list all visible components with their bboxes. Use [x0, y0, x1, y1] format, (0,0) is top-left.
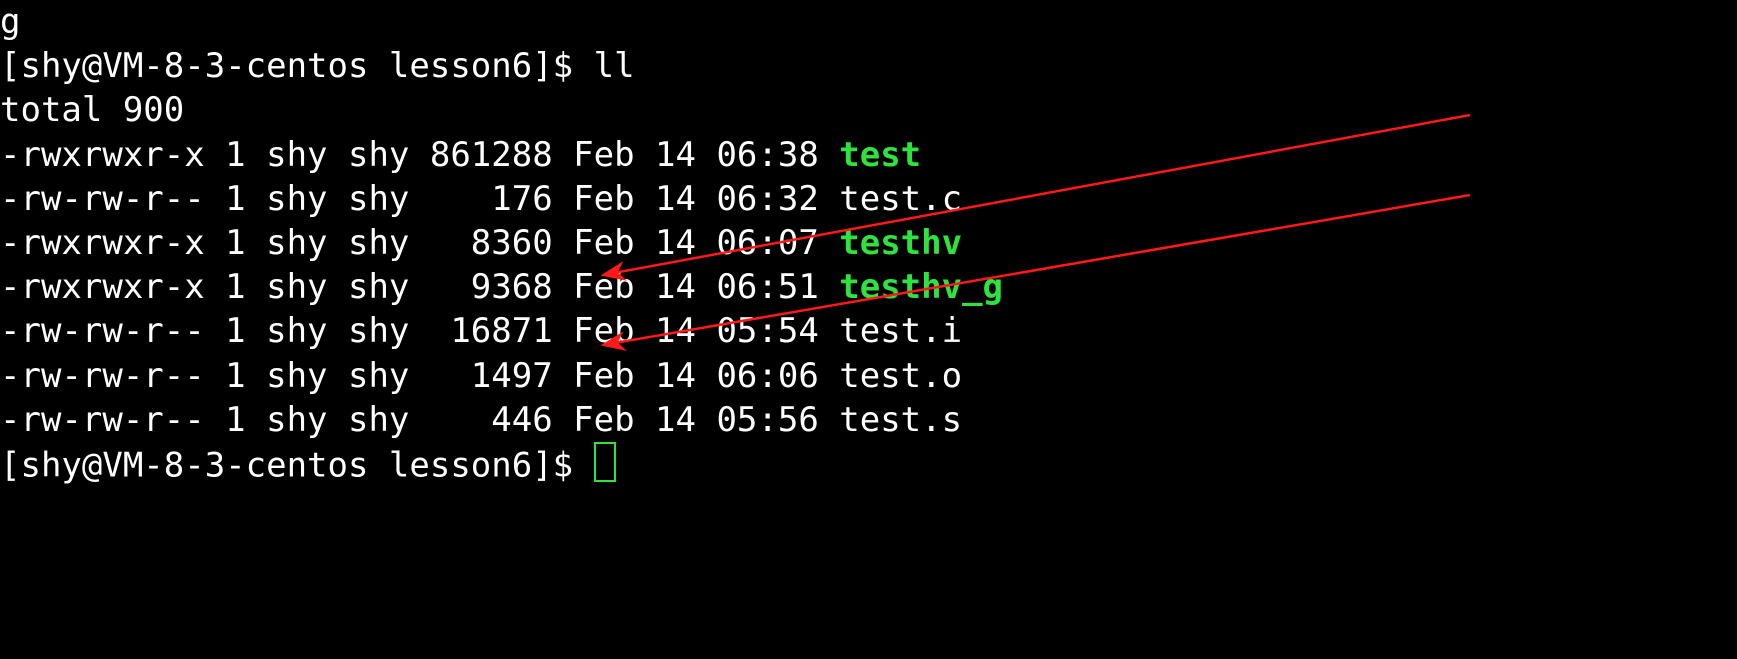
file-name: testhv — [839, 223, 962, 263]
file-name: test — [839, 135, 921, 175]
total-text: total 900 — [0, 90, 184, 130]
shell-prompt: [shy@VM-8-3-centos lesson6]$ — [0, 445, 594, 485]
file-name: test.c — [839, 179, 962, 219]
terminal-output[interactable]: g[shy@VM-8-3-centos lesson6]$ lltotal 90… — [0, 0, 1737, 488]
file-name: test.i — [839, 311, 962, 351]
ls-row-meta: -rw-rw-r-- 1 shy shy 446 Feb 14 05:56 — [0, 400, 839, 440]
shell-prompt: [shy@VM-8-3-centos lesson6]$ — [0, 46, 594, 86]
ls-row: -rwxrwxr-x 1 shy shy 8360 Feb 14 06:07 t… — [0, 221, 1737, 265]
ls-row: -rwxrwxr-x 1 shy shy 861288 Feb 14 06:38… — [0, 133, 1737, 177]
cursor-icon — [594, 442, 617, 482]
total-line: total 900 — [0, 88, 1737, 132]
ls-row-meta: -rwxrwxr-x 1 shy shy 861288 Feb 14 06:38 — [0, 135, 839, 175]
text-fragment: g — [0, 2, 20, 42]
command-ll: ll — [594, 46, 635, 86]
partial-line: g — [0, 0, 1737, 44]
ls-row: -rw-rw-r-- 1 shy shy 176 Feb 14 06:32 te… — [0, 177, 1737, 221]
file-name: test.s — [839, 400, 962, 440]
prompt-line[interactable]: [shy@VM-8-3-centos lesson6]$ — [0, 442, 1737, 488]
ls-row-meta: -rwxrwxr-x 1 shy shy 9368 Feb 14 06:51 — [0, 267, 839, 307]
ls-row: -rw-rw-r-- 1 shy shy 16871 Feb 14 05:54 … — [0, 309, 1737, 353]
file-name: test.o — [839, 356, 962, 396]
ls-row-meta: -rw-rw-r-- 1 shy shy 16871 Feb 14 05:54 — [0, 311, 839, 351]
ls-row: -rwxrwxr-x 1 shy shy 9368 Feb 14 06:51 t… — [0, 265, 1737, 309]
ls-row-meta: -rw-rw-r-- 1 shy shy 1497 Feb 14 06:06 — [0, 356, 839, 396]
ls-row-meta: -rw-rw-r-- 1 shy shy 176 Feb 14 06:32 — [0, 179, 839, 219]
ls-row: -rw-rw-r-- 1 shy shy 1497 Feb 14 06:06 t… — [0, 354, 1737, 398]
ls-row-meta: -rwxrwxr-x 1 shy shy 8360 Feb 14 06:07 — [0, 223, 839, 263]
file-name: testhv_g — [839, 267, 1003, 307]
ls-row: -rw-rw-r-- 1 shy shy 446 Feb 14 05:56 te… — [0, 398, 1737, 442]
prompt-line: [shy@VM-8-3-centos lesson6]$ ll — [0, 44, 1737, 88]
